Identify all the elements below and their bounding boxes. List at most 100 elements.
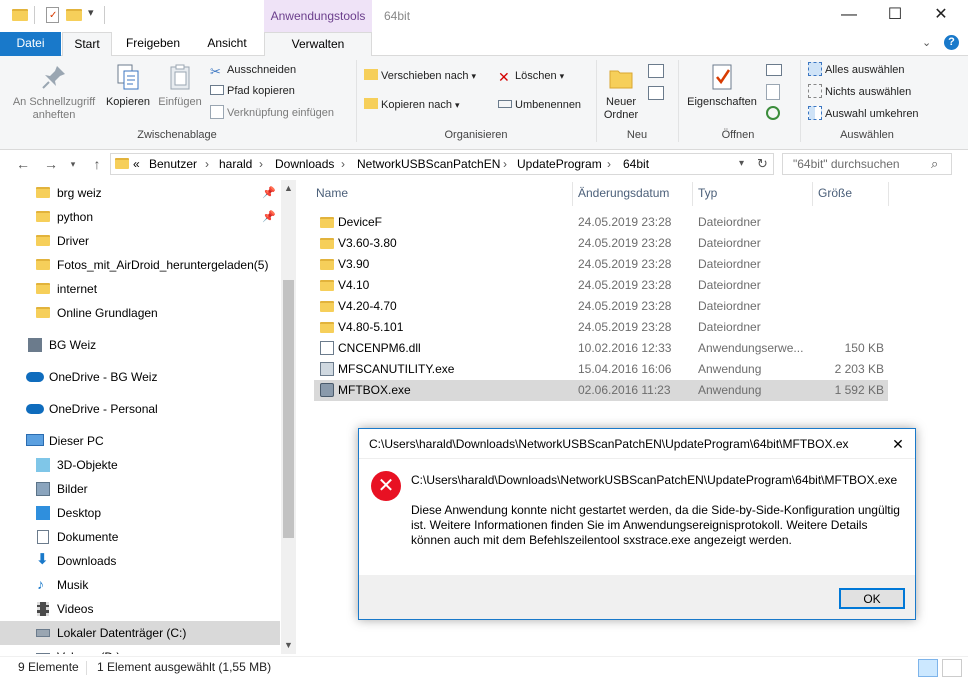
- history-icon[interactable]: [766, 106, 780, 120]
- nav-scrollbar[interactable]: ▲ ▼: [281, 180, 296, 654]
- scrollbar-thumb[interactable]: [283, 280, 294, 538]
- breadcrumb-item[interactable]: NetworkUSBScanPatchEN: [357, 154, 500, 174]
- nav-item-dokumente[interactable]: Dokumente: [0, 525, 280, 549]
- breadcrumb-item[interactable]: 64bit: [623, 154, 649, 174]
- minimize-button[interactable]: —: [826, 0, 872, 30]
- tab-ansicht[interactable]: Ansicht: [196, 32, 258, 56]
- nav-item-lokaler-datentraeger-c[interactable]: Lokaler Datenträger (C:): [0, 621, 280, 645]
- easy-access-icon[interactable]: [648, 86, 664, 100]
- nav-label: Fotos_mit_AirDroid_heruntergeladen(5): [57, 258, 269, 272]
- open-icon[interactable]: [766, 64, 782, 76]
- tab-datei[interactable]: Datei: [0, 32, 61, 56]
- pin-icon[interactable]: 📌: [262, 181, 276, 205]
- copy-button[interactable]: Kopieren: [102, 62, 154, 109]
- forward-button[interactable]: →: [40, 150, 62, 178]
- tab-start[interactable]: Start: [62, 32, 112, 56]
- chevron-right-icon[interactable]: ›: [259, 154, 263, 174]
- scroll-up-icon[interactable]: ▲: [284, 183, 293, 193]
- file-row[interactable]: MFSCANUTILITY.exe 15.04.2016 16:06 Anwendu…: [314, 359, 888, 380]
- column-header-name[interactable]: Name: [316, 186, 348, 200]
- refresh-icon[interactable]: ↻: [757, 154, 768, 174]
- properties-icon[interactable]: ✓: [46, 7, 59, 23]
- nav-label: Musik: [57, 578, 89, 592]
- chevron-right-icon[interactable]: ›: [205, 154, 209, 174]
- pin-icon[interactable]: 📌: [262, 205, 276, 229]
- address-bar[interactable]: « Benutzer › harald › Downloads › Networ…: [110, 153, 774, 175]
- large-icons-view-icon[interactable]: [942, 659, 962, 677]
- cut-button[interactable]: ✂ Ausschneiden: [210, 62, 296, 79]
- dialog-close-button[interactable]: ✕: [885, 433, 911, 455]
- new-folder-icon[interactable]: [66, 9, 82, 21]
- rename-button[interactable]: Umbenennen: [498, 97, 581, 113]
- recent-locations-button[interactable]: ▾: [62, 150, 84, 178]
- chevron-right-icon[interactable]: ›: [503, 154, 507, 174]
- nav-item-bilder[interactable]: Bilder: [0, 477, 280, 501]
- up-button[interactable]: ↑: [86, 150, 108, 178]
- close-button[interactable]: ✕: [918, 0, 964, 30]
- nav-item-brg-weiz[interactable]: brg weiz 📌: [0, 181, 280, 205]
- paste-shortcut-button[interactable]: Verknüpfung einfügen: [210, 105, 334, 121]
- ok-button[interactable]: OK: [839, 588, 905, 609]
- nav-item-3d-objekte[interactable]: 3D-Objekte: [0, 453, 280, 477]
- invert-selection-button[interactable]: Auswahl umkehren: [808, 106, 919, 122]
- back-button[interactable]: ←: [12, 150, 34, 178]
- new-folder-button[interactable]: Neuer Ordner: [598, 62, 644, 122]
- column-header-size[interactable]: Größe: [818, 186, 852, 200]
- breadcrumb-item[interactable]: Benutzer: [149, 154, 197, 174]
- file-row[interactable]: DeviceF 24.05.2019 23:28 Dateiordner: [314, 212, 888, 233]
- tab-freigeben[interactable]: Freigeben: [118, 32, 188, 56]
- select-none-button[interactable]: Nichts auswählen: [808, 84, 911, 100]
- collapse-ribbon-icon[interactable]: ⌄: [922, 36, 931, 49]
- tab-verwalten[interactable]: Verwalten: [264, 32, 372, 56]
- nav-item-videos[interactable]: Videos: [0, 597, 280, 621]
- nav-item-downloads[interactable]: ⬇ Downloads: [0, 549, 280, 573]
- nav-item-onedrive-personal[interactable]: OneDrive - Personal: [0, 397, 280, 421]
- nav-item-python[interactable]: python 📌: [0, 205, 280, 229]
- help-icon[interactable]: ?: [944, 35, 959, 50]
- chevron-right-icon[interactable]: ›: [341, 154, 345, 174]
- pin-to-quick-access-button[interactable]: An Schnellzugriff anheften: [6, 62, 102, 122]
- file-row[interactable]: V4.10 24.05.2019 23:28 Dateiordner: [314, 275, 888, 296]
- status-bar: 9 Elemente 1 Element ausgewählt (1,55 MB…: [0, 656, 968, 680]
- nav-item-internet[interactable]: internet: [0, 277, 280, 301]
- nav-item-online-grundlagen[interactable]: Online Grundlagen: [0, 301, 280, 325]
- file-row-selected[interactable]: MFTBOX.exe 02.06.2016 11:23 Anwendung 1 592…: [314, 380, 888, 401]
- search-icon[interactable]: ⌕: [931, 154, 938, 174]
- breadcrumb-overflow[interactable]: «: [133, 154, 140, 174]
- search-input[interactable]: "64bit" durchsuchen ⌕: [782, 153, 952, 175]
- file-row[interactable]: V3.90 24.05.2019 23:28 Dateiordner: [314, 254, 888, 275]
- nav-item-bg-weiz[interactable]: BG Weiz: [0, 333, 280, 357]
- properties-button[interactable]: Eigenschaften: [682, 62, 762, 109]
- file-row[interactable]: V4.20-4.70 24.05.2019 23:28 Dateiordner: [314, 296, 888, 317]
- qat-dropdown-icon[interactable]: ▾: [88, 6, 94, 19]
- copy-path-button[interactable]: Pfad kopieren: [210, 83, 295, 99]
- nav-label: Downloads: [57, 554, 117, 568]
- breadcrumb-item[interactable]: harald: [219, 154, 252, 174]
- nav-item-driver[interactable]: Driver: [0, 229, 280, 253]
- nav-item-volume-d[interactable]: Volume (D:): [0, 645, 280, 654]
- move-to-button[interactable]: Verschieben nach ▾: [364, 68, 476, 84]
- nav-item-desktop[interactable]: Desktop: [0, 501, 280, 525]
- column-header-type[interactable]: Typ: [698, 186, 717, 200]
- nav-item-dieser-pc[interactable]: Dieser PC: [0, 429, 280, 453]
- file-row[interactable]: CNCENPM6.dll 10.02.2016 12:33 Anwendungser…: [314, 338, 888, 359]
- file-row[interactable]: V4.80-5.101 24.05.2019 23:28 Dateiordner: [314, 317, 888, 338]
- details-view-icon[interactable]: [918, 659, 938, 677]
- copy-to-button[interactable]: Kopieren nach ▾: [364, 97, 460, 113]
- scroll-down-icon[interactable]: ▼: [284, 640, 293, 650]
- address-dropdown-icon[interactable]: ▾: [739, 154, 744, 174]
- select-all-button[interactable]: Alles auswählen: [808, 62, 905, 78]
- nav-item-musik[interactable]: ♪ Musik: [0, 573, 280, 597]
- file-row[interactable]: V3.60-3.80 24.05.2019 23:28 Dateiordner: [314, 233, 888, 254]
- nav-item-fotos[interactable]: Fotos_mit_AirDroid_heruntergeladen(5): [0, 253, 280, 277]
- chevron-right-icon[interactable]: ›: [607, 154, 611, 174]
- maximize-button[interactable]: ☐: [872, 0, 918, 30]
- breadcrumb-item[interactable]: UpdateProgram: [517, 154, 602, 174]
- nav-item-onedrive-bg-weiz[interactable]: OneDrive - BG Weiz: [0, 365, 280, 389]
- paste-button[interactable]: Einfügen: [154, 62, 206, 109]
- delete-button[interactable]: ✕ Löschen ▾: [498, 68, 564, 84]
- edit-icon[interactable]: [766, 84, 780, 100]
- column-header-date[interactable]: Änderungsdatum: [578, 186, 669, 200]
- new-item-icon[interactable]: [648, 64, 664, 78]
- breadcrumb-item[interactable]: Downloads: [275, 154, 334, 174]
